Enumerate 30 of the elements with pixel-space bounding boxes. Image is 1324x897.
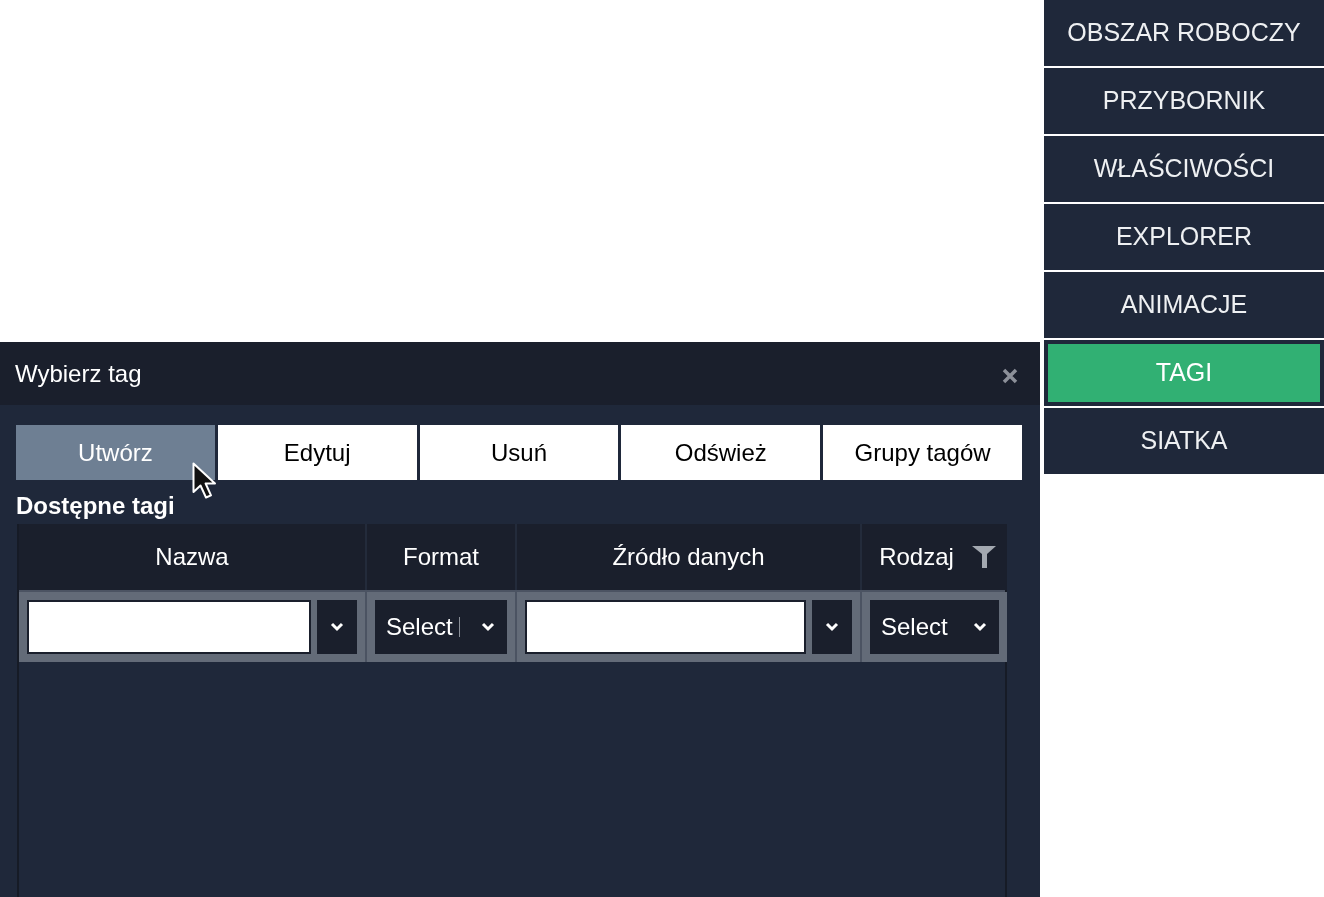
toolbar-button[interactable]: Edytuj bbox=[217, 425, 417, 480]
chevron-down-icon bbox=[330, 622, 344, 632]
mouse-pointer-icon bbox=[192, 462, 218, 500]
toolbar-button[interactable]: Utwórz bbox=[16, 425, 215, 480]
select-dropdown[interactable]: Select bbox=[375, 600, 507, 654]
chevron-down-icon bbox=[973, 622, 987, 632]
sidebar-item[interactable]: SIATKA bbox=[1044, 408, 1324, 474]
close-icon[interactable] bbox=[1002, 367, 1018, 384]
toolbar-button[interactable]: Odśwież bbox=[621, 425, 821, 480]
sidebar-item[interactable]: WŁAŚCIWOŚCI bbox=[1044, 136, 1324, 202]
chevron-down-icon bbox=[825, 622, 839, 632]
dropdown-button[interactable] bbox=[812, 600, 852, 654]
sidebar-item[interactable]: EXPLORER bbox=[1044, 204, 1324, 270]
sidebar-item[interactable]: OBSZAR ROBOCZY bbox=[1044, 0, 1324, 66]
text-field[interactable] bbox=[27, 600, 311, 654]
section-heading: Dostępne tagi bbox=[16, 491, 176, 521]
text-field[interactable] bbox=[525, 600, 806, 654]
column-header: Nazwa bbox=[19, 524, 365, 590]
filter-icon[interactable] bbox=[971, 546, 996, 568]
sidebar-item[interactable]: PRZYBORNIK bbox=[1044, 68, 1324, 134]
toolbar-button[interactable]: Usuń bbox=[419, 425, 619, 480]
dropdown-button[interactable] bbox=[317, 600, 357, 654]
toolbar-button[interactable]: Grupy tagów bbox=[823, 425, 1022, 480]
column-header: Źródło danych bbox=[517, 524, 860, 590]
column-header: Format bbox=[367, 524, 515, 590]
dialog-title: Wybierz tag bbox=[15, 358, 142, 389]
chevron-down-icon bbox=[481, 622, 495, 632]
select-dropdown[interactable]: Select bbox=[870, 600, 999, 654]
sidebar-item[interactable]: ANIMACJE bbox=[1044, 272, 1324, 338]
column-header: Rodzaj bbox=[879, 542, 954, 572]
